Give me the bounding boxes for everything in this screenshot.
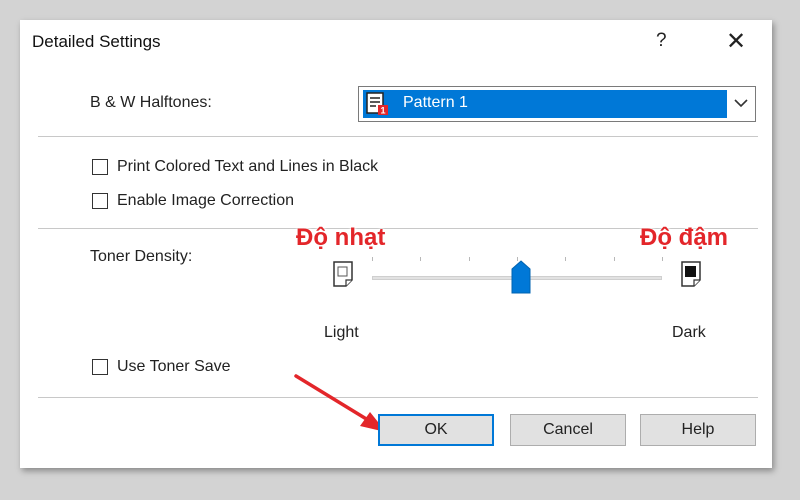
slider-tick <box>517 257 518 261</box>
slider-tick <box>614 257 615 261</box>
print-colored-black-label: Print Colored Text and Lines in Black <box>117 158 379 175</box>
enable-image-correction-checkbox[interactable] <box>92 193 108 209</box>
cancel-button[interactable]: Cancel <box>510 414 626 446</box>
title-bar: Detailed Settings ? ✕ <box>20 20 772 66</box>
halftones-selected-text: Pattern 1 <box>403 94 468 111</box>
print-colored-black-checkbox[interactable] <box>92 159 108 175</box>
slider-tick <box>420 257 421 261</box>
help-question-icon[interactable]: ? <box>656 30 667 52</box>
dark-document-icon <box>681 261 701 287</box>
slider-tick <box>662 257 663 261</box>
close-icon[interactable]: ✕ <box>726 27 746 56</box>
use-toner-save-label: Use Toner Save <box>117 358 231 375</box>
svg-text:1: 1 <box>380 106 385 116</box>
toner-density-label: Toner Density: <box>90 248 193 265</box>
enable-image-correction-label: Enable Image Correction <box>117 192 294 209</box>
help-button[interactable]: Help <box>640 414 756 446</box>
slider-tick <box>565 257 566 261</box>
halftones-label: B & W Halftones: <box>90 94 212 111</box>
halftones-select[interactable]: 1 Pattern 1 <box>358 86 756 122</box>
slider-tick <box>469 257 470 261</box>
pattern-icon: 1 <box>366 92 388 116</box>
use-toner-save-checkbox[interactable] <box>92 359 108 375</box>
dark-label: Dark <box>672 324 706 341</box>
light-document-icon <box>333 261 353 287</box>
ok-button[interactable]: OK <box>378 414 494 446</box>
separator <box>38 136 758 137</box>
detailed-settings-dialog: Detailed Settings ? ✕ B & W Halftones: 1… <box>20 20 772 468</box>
dark-overlay-annotation: Độ đậm <box>640 224 729 251</box>
toner-density-slider-thumb[interactable] <box>511 260 531 294</box>
chevron-down-icon[interactable] <box>733 95 749 111</box>
slider-tick <box>372 257 373 261</box>
halftones-selected-option[interactable]: 1 Pattern 1 <box>363 90 727 118</box>
light-label: Light <box>324 324 359 341</box>
light-overlay-annotation: Độ nhạt <box>296 224 386 251</box>
dialog-title: Detailed Settings <box>32 32 161 51</box>
